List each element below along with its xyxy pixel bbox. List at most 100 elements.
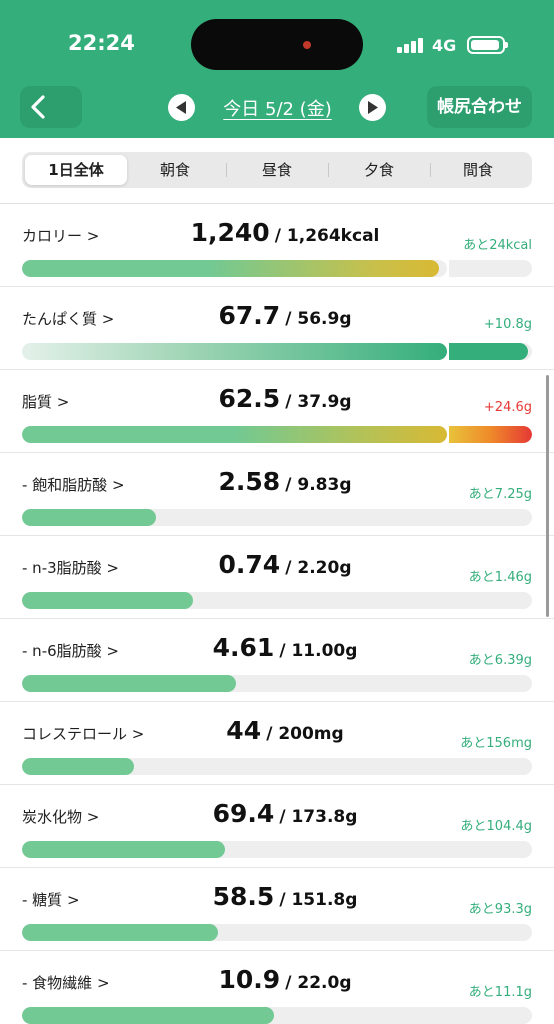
- nutrient-value: 58.5 / 151.8g: [150, 882, 420, 911]
- progress-fill: [22, 675, 236, 692]
- intake-amount: 2.58: [218, 467, 281, 496]
- nutrient-row[interactable]: たんぱく質 > 67.7 / 56.9g +10.8g: [0, 287, 554, 370]
- battery-icon: [467, 36, 508, 54]
- remaining-amount: あと1.46g: [468, 570, 532, 585]
- nutrient-label[interactable]: 脂質 >: [22, 391, 69, 412]
- tab-dinner[interactable]: 夕食: [328, 155, 430, 185]
- nutrient-row[interactable]: コレステロール > 44 / 200mg あと156mg: [0, 702, 554, 785]
- nutrient-value: 67.7 / 56.9g: [150, 301, 420, 330]
- over-target-track: [449, 343, 532, 360]
- remaining-amount: あと93.3g: [468, 902, 532, 917]
- progress-fill: [22, 924, 218, 941]
- progress-track: [22, 343, 447, 360]
- progress-fill: [22, 592, 193, 609]
- nutrient-row[interactable]: 脂質 > 62.5 / 37.9g +24.6g: [0, 370, 554, 453]
- intake-amount: 44: [226, 716, 262, 745]
- target-amount: / 200mg: [266, 724, 344, 744]
- remaining-amount: あと24kcal: [463, 238, 532, 253]
- nutrient-label[interactable]: カロリー >: [22, 225, 99, 246]
- progress-fill: [22, 1007, 274, 1024]
- progress-fill: [22, 758, 134, 775]
- nutrient-value: 10.9 / 22.0g: [150, 965, 420, 994]
- tab-whole-day[interactable]: 1日全体: [25, 155, 127, 185]
- nutrient-value: 2.58 / 9.83g: [150, 467, 420, 496]
- date-selector[interactable]: 今日 5/2 (金): [205, 95, 350, 121]
- remaining-amount: あと7.25g: [468, 487, 532, 502]
- intake-amount: 67.7: [218, 301, 281, 330]
- nutrient-row[interactable]: - 糖質 > 58.5 / 151.8g あと93.3g: [0, 868, 554, 951]
- over-target-track: [449, 260, 532, 277]
- nutrient-row[interactable]: - 飽和脂肪酸 > 2.58 / 9.83g あと7.25g: [0, 453, 554, 536]
- nutrient-row[interactable]: - n-3脂肪酸 > 0.74 / 2.20g あと1.46g: [0, 536, 554, 619]
- progress-track: [22, 509, 532, 526]
- nutrient-value: 4.61 / 11.00g: [150, 633, 420, 662]
- scrollbar[interactable]: [546, 375, 549, 617]
- dynamic-island: [191, 19, 363, 70]
- target-amount: / 9.83g: [285, 475, 352, 495]
- nutrient-row[interactable]: カロリー > 1,240 / 1,264kcal あと24kcal: [0, 204, 554, 287]
- app-header: 22:24 4G 今日 5/2 (金) 帳尻合わせ: [0, 0, 554, 138]
- progress-fill: [22, 841, 225, 858]
- triangle-left-icon: [176, 101, 186, 114]
- intake-amount: 4.61: [212, 633, 275, 662]
- progress-track: [22, 260, 447, 277]
- progress-track: [22, 758, 532, 775]
- nutrient-label[interactable]: コレステロール >: [22, 723, 144, 744]
- progress-fill: [22, 343, 447, 360]
- progress-track: [22, 924, 532, 941]
- intake-amount: 0.74: [218, 550, 281, 579]
- tab-snack[interactable]: 間食: [427, 155, 529, 185]
- balance-adjust-button[interactable]: 帳尻合わせ: [427, 86, 532, 128]
- progress-fill: [22, 509, 156, 526]
- progress-fill: [22, 260, 439, 277]
- tab-lunch[interactable]: 昼食: [226, 155, 328, 185]
- target-amount: / 56.9g: [285, 309, 352, 329]
- intake-amount: 10.9: [218, 965, 281, 994]
- nutrient-value: 0.74 / 2.20g: [150, 550, 420, 579]
- progress-track: [22, 675, 532, 692]
- intake-amount: 58.5: [212, 882, 275, 911]
- nutrient-row[interactable]: - n-6脂肪酸 > 4.61 / 11.00g あと6.39g: [0, 619, 554, 702]
- over-target-fill: [449, 426, 532, 443]
- meal-tabs: 1日全体 朝食 昼食 夕食 間食: [22, 152, 532, 188]
- target-amount: / 151.8g: [279, 890, 358, 910]
- intake-amount: 1,240: [190, 218, 270, 247]
- nutrient-row[interactable]: 炭水化物 > 69.4 / 173.8g あと104.4g: [0, 785, 554, 868]
- nutrient-label[interactable]: - 食物繊維 >: [22, 972, 110, 993]
- next-day-button[interactable]: [359, 94, 386, 121]
- signal-strength-icon: [397, 37, 425, 53]
- previous-day-button[interactable]: [168, 94, 195, 121]
- remaining-amount: あと104.4g: [460, 819, 532, 834]
- status-time: 22:24: [68, 31, 135, 55]
- nutrient-row[interactable]: - 食物繊維 > 10.9 / 22.0g あと11.1g: [0, 951, 554, 1024]
- remaining-amount: あと11.1g: [468, 985, 532, 1000]
- nutrient-label[interactable]: - 糖質 >: [22, 889, 80, 910]
- nutrient-label[interactable]: - 飽和脂肪酸 >: [22, 474, 125, 495]
- remaining-amount: あと6.39g: [468, 653, 532, 668]
- progress-fill: [22, 426, 447, 443]
- progress-track: [22, 841, 532, 858]
- nutrient-value: 62.5 / 37.9g: [150, 384, 420, 413]
- remaining-amount: +10.8g: [483, 317, 532, 332]
- over-target-fill: [449, 343, 528, 360]
- recording-indicator-icon: [303, 41, 311, 49]
- progress-track: [22, 426, 447, 443]
- back-button[interactable]: [20, 86, 82, 128]
- progress-track: [22, 1007, 532, 1024]
- target-amount: / 2.20g: [285, 558, 352, 578]
- nutrient-value: 1,240 / 1,264kcal: [150, 218, 420, 247]
- nutrient-label[interactable]: - n-3脂肪酸 >: [22, 557, 119, 578]
- nutrient-value: 44 / 200mg: [150, 716, 420, 745]
- nutrient-label[interactable]: 炭水化物 >: [22, 806, 99, 827]
- intake-amount: 62.5: [218, 384, 281, 413]
- tab-breakfast[interactable]: 朝食: [124, 155, 226, 185]
- nutrient-label[interactable]: たんぱく質 >: [22, 308, 114, 329]
- chevron-left-icon: [31, 95, 45, 119]
- nutrient-value: 69.4 / 173.8g: [150, 799, 420, 828]
- remaining-amount: +24.6g: [483, 400, 532, 415]
- target-amount: / 22.0g: [285, 973, 352, 993]
- intake-amount: 69.4: [212, 799, 275, 828]
- remaining-amount: あと156mg: [460, 736, 532, 751]
- progress-track: [22, 592, 532, 609]
- nutrient-label[interactable]: - n-6脂肪酸 >: [22, 640, 119, 661]
